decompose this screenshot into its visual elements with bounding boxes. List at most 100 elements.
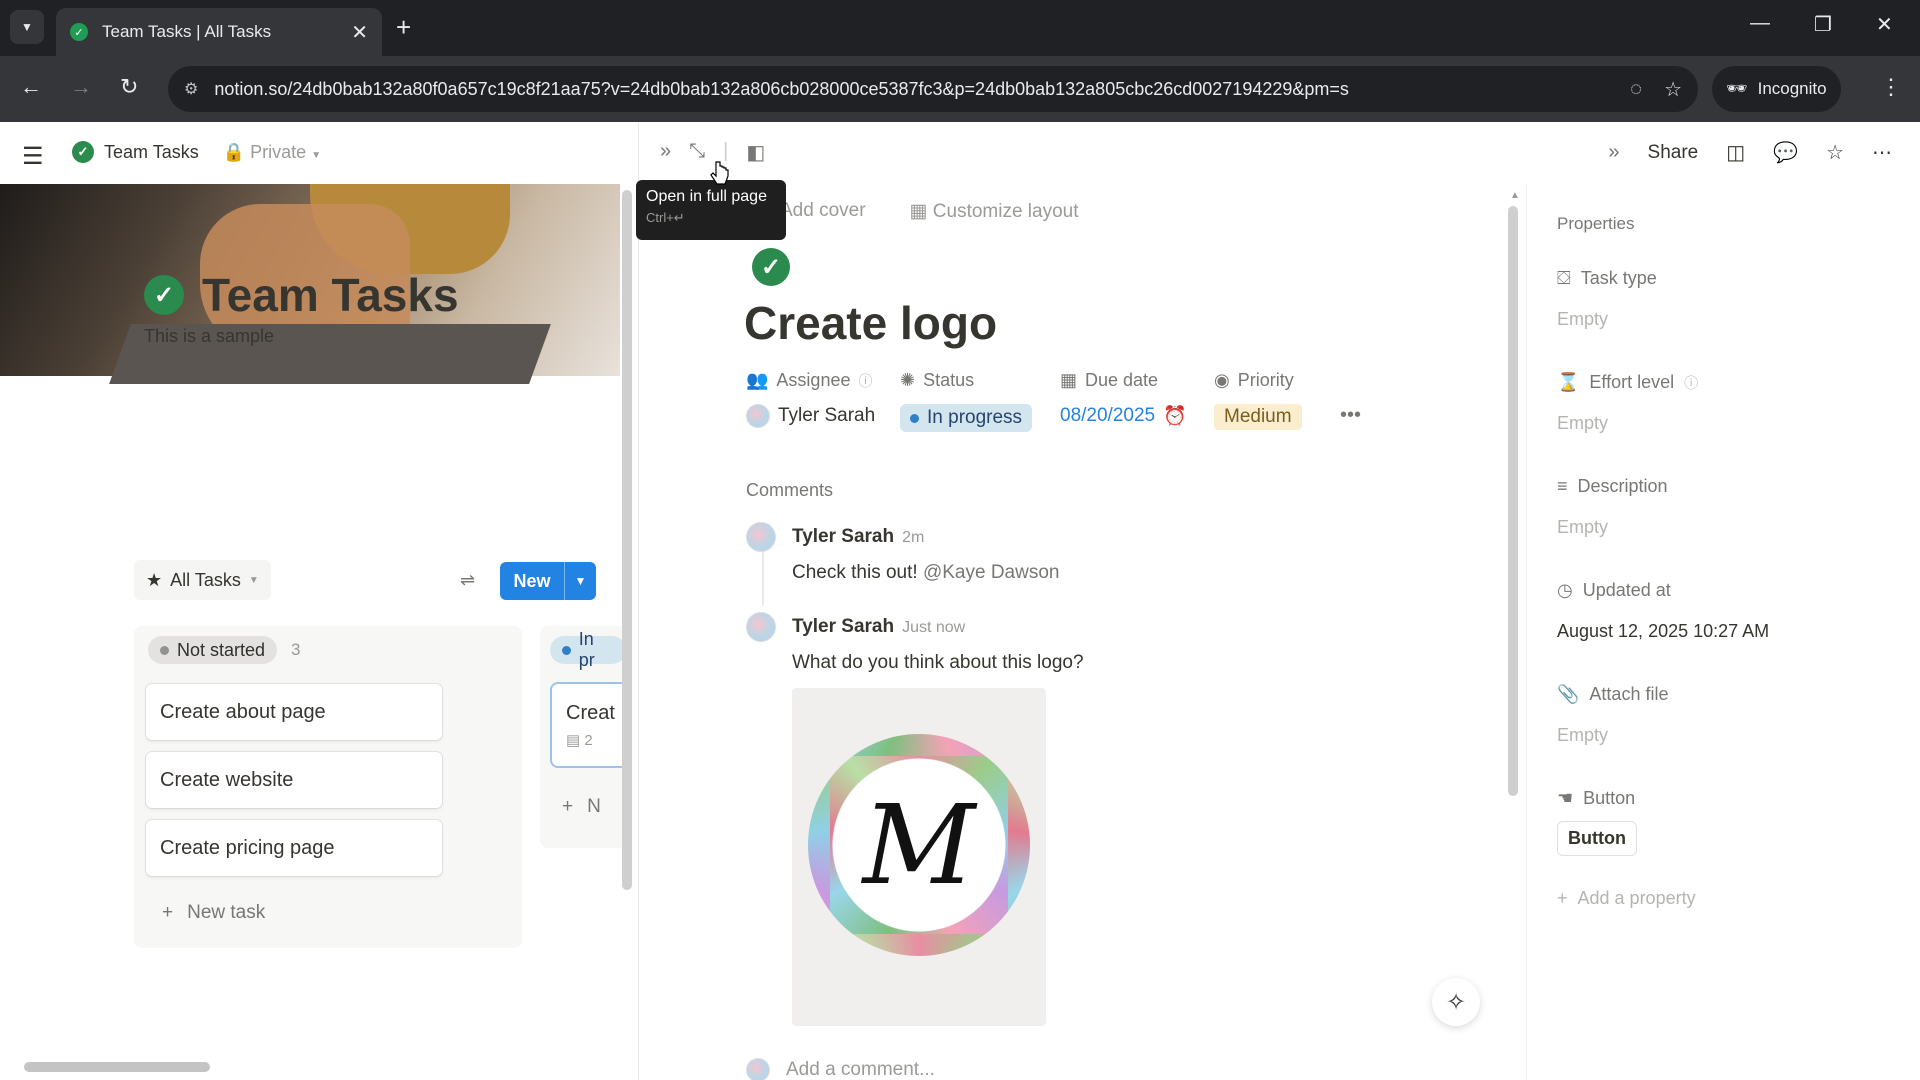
share-button[interactable]: Share — [1648, 142, 1699, 164]
browser-tab-bar: ▼ ✓ Team Tasks | All Tasks ✕ + — ❐ ✕ — [0, 0, 1920, 56]
url-text[interactable]: notion.so/24db0bab132a80f0a657c19c8f21aa… — [214, 79, 1608, 100]
card-title: Create pricing page — [160, 836, 335, 859]
horizontal-scrollbar[interactable] — [24, 1062, 210, 1072]
mention[interactable]: @Kaye Dawson — [923, 562, 1060, 583]
property-value[interactable]: Empty — [1557, 517, 1668, 538]
hamburger-icon[interactable]: ☰ — [22, 142, 44, 171]
site-info-icon[interactable]: ⚙ — [184, 79, 198, 99]
breadcrumb-page[interactable]: Team Tasks — [104, 142, 199, 163]
comment-author[interactable]: Tyler Sarah Just now — [792, 616, 965, 638]
minimize-button[interactable]: — — [1750, 12, 1770, 35]
alarm-icon: ⏰ — [1163, 406, 1187, 427]
close-icon[interactable]: ✕ — [351, 20, 368, 45]
paperclip-icon: 📎 — [1557, 684, 1580, 704]
side-peek-icon[interactable]: ◫ — [1726, 140, 1745, 165]
comment-icon[interactable]: 💬 — [1773, 140, 1798, 165]
window-close-button[interactable]: ✕ — [1876, 12, 1893, 37]
privacy-badge[interactable]: 🔒 Private ▼ — [223, 142, 321, 163]
new-button[interactable]: New ▼ — [500, 562, 596, 600]
double-chevron-icon[interactable]: » — [660, 140, 671, 165]
tab-search-button[interactable]: ▼ — [10, 10, 44, 44]
left-scrollbar[interactable] — [622, 190, 632, 890]
more-horiz-icon[interactable]: ••• — [1340, 404, 1361, 427]
page-title: ✓ Team Tasks — [144, 268, 459, 322]
reload-icon[interactable]: ↻ — [120, 74, 138, 100]
prop-priority-value[interactable]: Medium — [1214, 404, 1302, 430]
property-label[interactable]: ◷ Updated at — [1557, 580, 1769, 601]
property-label[interactable]: ≡ Description — [1557, 476, 1668, 497]
customize-layout-button[interactable]: ▦ Customize layout — [910, 200, 1079, 223]
double-chevron-icon[interactable]: » — [1608, 141, 1619, 164]
status-badge: In progress — [900, 404, 1033, 432]
property-value[interactable]: Empty — [1557, 309, 1657, 330]
property-updated-at: ◷ Updated at August 12, 2025 10:27 AM — [1557, 580, 1769, 642]
back-icon[interactable]: ← — [20, 74, 42, 100]
prop-assignee-value[interactable]: Tyler Sarah — [746, 404, 875, 428]
column-header: In pr — [550, 629, 626, 670]
board-card[interactable]: Create about page — [146, 684, 442, 740]
breadcrumb: ✓ Team Tasks 🔒 Private ▼ — [72, 141, 321, 163]
eye-off-icon[interactable]: ◌ — [1630, 78, 1642, 101]
star-icon[interactable]: ☆ — [1826, 140, 1844, 165]
column-count: 3 — [291, 640, 301, 659]
property-description: ≡ Description Empty — [1557, 476, 1668, 538]
prop-priority-label[interactable]: ◉ Priority — [1214, 370, 1294, 391]
property-label[interactable]: 📎 Attach file — [1557, 684, 1668, 705]
property-value: August 12, 2025 10:27 AM — [1557, 621, 1770, 641]
new-task-button[interactable]: + N — [562, 796, 601, 818]
more-horiz-icon[interactable]: ⋯ — [1872, 140, 1892, 165]
avatar — [746, 522, 776, 552]
side-peek-icon[interactable]: ◧ — [746, 140, 765, 165]
comment-author[interactable]: Tyler Sarah 2m — [792, 526, 924, 548]
board-card[interactable]: Creat ▤ 2 — [552, 684, 626, 766]
incognito-indicator[interactable]: 🕶 Incognito — [1712, 66, 1841, 112]
tab-title: Team Tasks | All Tasks — [102, 22, 272, 41]
board-card[interactable]: Create website — [146, 752, 442, 808]
add-comment-input[interactable]: Add a comment... — [746, 1058, 935, 1080]
prop-status-label[interactable]: ✺ Status — [900, 370, 974, 391]
expand-icon[interactable]: ⤡ — [689, 140, 705, 165]
status-pill[interactable]: Not started — [148, 636, 278, 664]
prop-status-value[interactable]: In progress — [900, 404, 1033, 432]
notion-topbar: ☰ ✓ Team Tasks 🔒 Private ▼ » ⤡ | ◧ » Sha… — [0, 122, 1920, 184]
address-bar[interactable]: ⚙ notion.so/24db0bab132a80f0a657c19c8f21… — [168, 66, 1698, 112]
plus-icon: + — [1557, 888, 1568, 908]
prop-due-value[interactable]: 08/20/2025 ⏰ — [1060, 404, 1187, 428]
ai-icon[interactable]: ✧ — [1432, 978, 1480, 1026]
status-pill[interactable]: In pr — [550, 629, 626, 670]
card-title: Create website — [160, 768, 294, 791]
filter-icon[interactable]: ⇌ — [460, 570, 475, 591]
chevron-down-icon[interactable]: ▼ — [564, 562, 596, 600]
floral-wreath: M — [808, 734, 1030, 956]
property-value[interactable]: Empty — [1557, 725, 1668, 746]
forward-icon[interactable]: → — [70, 74, 92, 100]
peek-scrollbar[interactable] — [1508, 206, 1518, 796]
tooltip: Open in full page Ctrl+↵ — [636, 180, 786, 240]
add-cover-button[interactable]: Add cover — [780, 200, 866, 223]
new-tab-button[interactable]: + — [396, 12, 411, 43]
more-vert-icon[interactable]: ⋮ — [1880, 74, 1902, 100]
attached-logo-image[interactable]: M — [792, 688, 1046, 1026]
add-property-button[interactable]: + Add a property — [1557, 888, 1696, 909]
property-label[interactable]: ⌛ Effort level ⓘ — [1557, 372, 1698, 393]
restore-button[interactable]: ❐ — [1814, 12, 1832, 37]
scroll-up-arrow[interactable]: ▲ — [1510, 190, 1520, 201]
new-task-button[interactable]: + New task — [146, 888, 442, 938]
page-title-text[interactable]: Team Tasks — [202, 268, 459, 322]
task-title[interactable]: Create logo — [744, 296, 997, 350]
check-circle-icon[interactable]: ✓ — [752, 248, 790, 286]
prop-assignee-label[interactable]: 👥 Assignee ⓘ — [746, 370, 872, 391]
view-tab-all-tasks[interactable]: ★ All Tasks ▼ — [134, 560, 271, 600]
button-property-button[interactable]: Button — [1557, 821, 1637, 856]
star-icon[interactable]: ☆ — [1664, 77, 1682, 102]
board-card[interactable]: Create pricing page — [146, 820, 442, 876]
prop-due-label[interactable]: ▦ Due date — [1060, 370, 1158, 391]
view-tab-label: All Tasks — [170, 569, 241, 590]
property-label[interactable]: ⛋ Task type — [1557, 268, 1657, 289]
browser-tab[interactable]: ✓ Team Tasks | All Tasks ✕ — [56, 8, 382, 56]
property-label[interactable]: ☚ Button — [1557, 788, 1637, 809]
property-value[interactable]: Empty — [1557, 413, 1698, 434]
properties-sidebar: Properties ⛋ Task type Empty ⌛ Effort leve… — [1526, 184, 1920, 1080]
status-dot — [562, 645, 571, 655]
topbar-actions: » Share ◫ 💬 ☆ ⋯ — [1608, 140, 1892, 165]
